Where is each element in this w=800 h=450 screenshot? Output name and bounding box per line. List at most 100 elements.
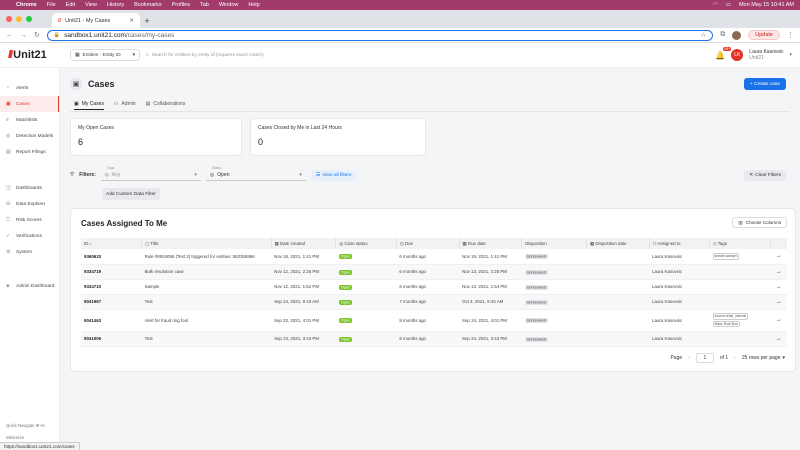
- column-header[interactable]: ▦ Disposition date: [586, 238, 650, 249]
- menu-item[interactable]: Edit: [66, 2, 75, 8]
- quick-navigate-hint[interactable]: Quick Navigate ⌘+K: [6, 423, 45, 428]
- minimize-window-icon[interactable]: [16, 16, 22, 22]
- sidebar-item-dashboards[interactable]: ◫ Dashboards: [0, 180, 59, 196]
- clock[interactable]: Mon May 15 10:41 AM: [739, 2, 794, 8]
- sidebar-item-data-explorer[interactable]: ⛁ Data Explorer: [0, 196, 59, 212]
- more-menu-icon[interactable]: ⋮: [787, 31, 794, 39]
- user-icon: ⚇: [652, 240, 657, 246]
- table-row[interactable]: 9041463 Alert for fraud ring fool Sep 23…: [81, 309, 787, 332]
- sidebar-item-system[interactable]: ⚙ System: [0, 244, 59, 260]
- column-header[interactable]: ◷ Due: [396, 238, 460, 249]
- table-row[interactable]: 9360633 Rule #8934055 (Test 2) triggered…: [81, 249, 787, 265]
- wifi-icon[interactable]: ◠: [713, 2, 718, 8]
- table-row[interactable]: 9041006 Test Sep 23, 2021, 3:43 PM Open …: [81, 331, 787, 347]
- choose-columns-button[interactable]: ▥ Choose Columns: [732, 217, 787, 228]
- sidebar-item-admin-dashboard[interactable]: ◈ Admin Dashboard: [0, 278, 59, 294]
- close-tab-icon[interactable]: ✕: [129, 18, 134, 24]
- app-menu[interactable]: Chrome: [16, 2, 37, 8]
- chevron-down-icon: ▾: [194, 171, 197, 178]
- add-custom-data-filter-button[interactable]: Add Custom Data Filter: [102, 188, 160, 200]
- page-number-select[interactable]: 1: [695, 353, 714, 363]
- notifications-icon[interactable]: 🔔 99+: [715, 46, 732, 60]
- forward-icon[interactable]: →: [20, 32, 27, 39]
- column-header[interactable]: Disposition: [521, 238, 587, 249]
- close-window-icon[interactable]: [6, 16, 12, 22]
- url-path: /cases/my-cases: [125, 31, 175, 39]
- global-search-input[interactable]: ⌕ Search for entities by entity id (requ…: [146, 49, 346, 61]
- tag-icon: ◇: [104, 171, 109, 178]
- prev-page-icon[interactable]: ‹: [688, 355, 690, 361]
- stat-card-closed-cases: Cases Closed by Me in Last 24 Hours 0: [250, 118, 426, 156]
- profile-avatar[interactable]: [732, 30, 742, 40]
- open-case-arrow-icon[interactable]: →: [770, 309, 787, 332]
- column-header[interactable]: ▦ Date created: [271, 238, 337, 249]
- column-header[interactable]: ID ↓: [81, 238, 143, 249]
- clear-filters-button[interactable]: ✕ Clear Filters: [744, 169, 786, 181]
- view-all-filters-button[interactable]: ☰ View all filters: [310, 169, 357, 181]
- tab-collaborations[interactable]: ▤ Collaborations: [146, 98, 186, 110]
- status-icon: ◎: [339, 240, 344, 246]
- extensions-icon[interactable]: ⧉: [720, 31, 725, 39]
- tag-badge: source:retail_internal: [712, 313, 749, 320]
- calendar-icon: ▦: [589, 240, 595, 246]
- notification-badge: 99+: [723, 46, 732, 51]
- browser-tab[interactable]: // Unit21 - My Cases ✕: [52, 13, 140, 28]
- column-header[interactable]: ⚇ Assigned to: [649, 238, 711, 249]
- sidebar-item-matchlists[interactable]: ≡ Matchlists: [0, 112, 59, 128]
- lock-icon[interactable]: 🔒: [54, 32, 60, 38]
- user-menu[interactable]: Laura Kasovsic Unit21: [749, 49, 783, 62]
- entity-type-select[interactable]: ▦ Entities - Entity ID ▾: [70, 49, 140, 61]
- sidebar-item-cases[interactable]: ▣ Cases: [0, 96, 59, 112]
- url-bar[interactable]: 🔒 sandbox1.unit21.com/cases/my-cases ☆: [46, 29, 714, 41]
- open-case-arrow-icon[interactable]: →: [770, 249, 787, 265]
- column-header[interactable]: ◎ Case status: [335, 238, 397, 249]
- menu-item[interactable]: History: [107, 2, 124, 8]
- list-icon: ≡: [6, 117, 9, 123]
- menu-item[interactable]: Profiles: [172, 2, 190, 8]
- avatar[interactable]: LK: [731, 49, 744, 61]
- chevron-down-icon[interactable]: ▾: [789, 52, 792, 58]
- table-row[interactable]: 9334719 Bulk resolution case Nov 12, 202…: [81, 264, 787, 280]
- battery-icon[interactable]: ▭: [726, 2, 731, 8]
- menu-item[interactable]: Window: [219, 2, 239, 8]
- sidebar-item-risk-scores[interactable]: ⛉ Risk Scores: [0, 212, 59, 228]
- status-filter-select[interactable]: Status ◎ Open ▾: [205, 166, 306, 181]
- column-header[interactable]: ▢ Title: [141, 238, 272, 249]
- briefcase-icon: ▣: [6, 101, 11, 107]
- menu-item[interactable]: File: [47, 2, 56, 8]
- table-row[interactable]: 9041967 Test Sep 24, 2021, 9:43 AM Open …: [81, 294, 787, 310]
- menu-item[interactable]: Help: [248, 2, 259, 8]
- column-header[interactable]: ▦ Due date: [459, 238, 523, 249]
- rows-per-page-select[interactable]: 25 rows per page ▾: [742, 355, 785, 361]
- table-row[interactable]: 9334710 Sample Nov 12, 2021, 1:54 PM Ope…: [81, 279, 787, 295]
- open-case-arrow-icon[interactable]: →: [770, 331, 787, 347]
- disposition-badge: Unresolved: [524, 254, 548, 260]
- back-icon[interactable]: ←: [6, 32, 13, 39]
- menu-item[interactable]: View: [85, 2, 97, 8]
- column-header[interactable]: ◇ Tags: [709, 238, 771, 249]
- menu-item[interactable]: Bookmarks: [134, 2, 162, 8]
- maximize-window-icon[interactable]: [26, 16, 32, 22]
- open-case-arrow-icon[interactable]: →: [770, 264, 787, 280]
- tab-admin[interactable]: ⚇ Admin: [114, 98, 136, 110]
- star-icon[interactable]: ☆: [700, 31, 706, 39]
- unit21-logo[interactable]: /// Unit21: [8, 49, 70, 61]
- title-icon: ▢: [145, 240, 150, 246]
- create-case-button[interactable]: + Create case: [744, 78, 786, 90]
- sidebar-item-verifications[interactable]: ✓ Verifications: [0, 228, 59, 244]
- sidebar-item-detection-models[interactable]: ◎ Detection Models: [0, 128, 59, 144]
- sidebar-item-report-filings[interactable]: ▤ Report Filings: [0, 144, 59, 160]
- open-case-arrow-icon[interactable]: →: [770, 294, 787, 310]
- tab-my-cases[interactable]: ▣ My Cases: [74, 98, 104, 110]
- reload-icon[interactable]: ↻: [34, 31, 40, 39]
- sidebar-item-alerts[interactable]: ◔ Alerts: [0, 80, 59, 96]
- new-tab-icon[interactable]: +: [140, 14, 154, 28]
- minimize-sidebar-button[interactable]: Minimize: [6, 435, 24, 440]
- open-case-arrow-icon[interactable]: →: [770, 279, 787, 295]
- tags-filter-select[interactable]: Tags ◇ Any ▾: [100, 166, 201, 181]
- favicon-icon: //: [58, 17, 62, 24]
- next-page-icon[interactable]: ›: [734, 355, 736, 361]
- update-button[interactable]: Update: [748, 30, 780, 40]
- filters-label: Filters:: [79, 172, 96, 178]
- menu-item[interactable]: Tab: [200, 2, 209, 8]
